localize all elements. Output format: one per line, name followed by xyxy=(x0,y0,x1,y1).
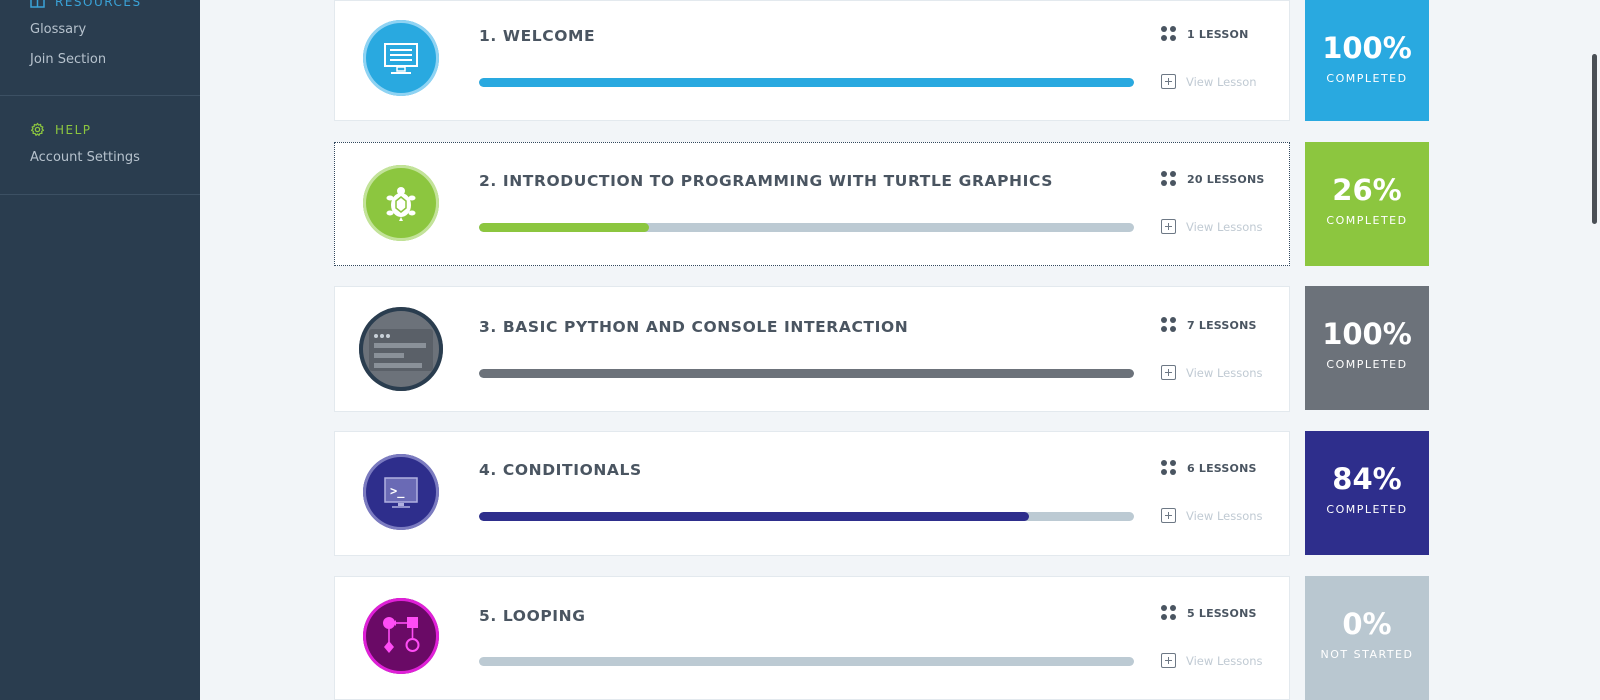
completion-percent: 100% xyxy=(1322,31,1412,65)
view-lessons-label: View Lessons xyxy=(1186,508,1263,523)
module-progress-bar xyxy=(479,369,1134,378)
completion-percent: 84% xyxy=(1332,462,1402,496)
view-lessons-link[interactable]: View Lessons xyxy=(1161,653,1263,668)
completion-status: COMPLETED xyxy=(1326,72,1408,85)
view-lessons-link[interactable]: View Lessons xyxy=(1161,219,1263,234)
lesson-count: 5 LESSONS xyxy=(1161,605,1257,621)
module-completion-badge: 84% COMPLETED xyxy=(1305,431,1429,555)
lessons-grid-icon xyxy=(1161,317,1177,333)
sidebar-resources-header[interactable]: RESOURCES xyxy=(30,0,142,9)
sidebar: RESOURCES Glossary Join Section HELP Acc… xyxy=(0,0,200,700)
flowchart-icon xyxy=(363,598,439,674)
completion-percent: 0% xyxy=(1342,607,1392,641)
expand-plus-icon xyxy=(1161,74,1176,89)
expand-plus-icon xyxy=(1161,365,1176,380)
sidebar-help-section: HELP Account Settings xyxy=(0,96,200,195)
module-card-welcome: 1. WELCOME 1 LESSON View Lesson xyxy=(334,0,1290,121)
sidebar-resources-section: RESOURCES Glossary Join Section xyxy=(0,0,200,96)
page-scrollbar[interactable] xyxy=(1592,54,1597,224)
view-lessons-label: View Lessons xyxy=(1186,365,1263,380)
sidebar-help-header[interactable]: HELP xyxy=(30,122,92,137)
module-completion-badge: 100% COMPLETED xyxy=(1305,0,1429,121)
terminal-prompt-icon: >_ xyxy=(363,454,439,530)
module-completion-badge: 0% NOT STARTED xyxy=(1305,576,1429,700)
lesson-count: 1 LESSON xyxy=(1161,26,1249,42)
lesson-count: 20 LESSONS xyxy=(1161,171,1265,187)
module-progress-bar xyxy=(479,78,1134,87)
module-title[interactable]: 3. BASIC PYTHON AND CONSOLE INTERACTION xyxy=(479,318,908,336)
module-card-turtle-graphics: 2. INTRODUCTION TO PROGRAMMING WITH TURT… xyxy=(334,142,1290,266)
module-title[interactable]: 4. CONDITIONALS xyxy=(479,461,642,479)
lessons-grid-icon xyxy=(1161,605,1177,621)
module-title[interactable]: 2. INTRODUCTION TO PROGRAMMING WITH TURT… xyxy=(479,172,1053,190)
expand-plus-icon xyxy=(1161,508,1176,523)
lesson-count: 7 LESSONS xyxy=(1161,317,1257,333)
lesson-count-label: 5 LESSONS xyxy=(1187,606,1257,620)
module-progress-bar xyxy=(479,512,1134,521)
lessons-grid-icon xyxy=(1161,460,1177,476)
module-completion-badge: 100% COMPLETED xyxy=(1305,286,1429,410)
module-progress-bar xyxy=(479,657,1134,666)
lesson-count: 6 LESSONS xyxy=(1161,460,1257,476)
lessons-grid-icon xyxy=(1161,171,1177,187)
module-progress-fill xyxy=(479,223,650,232)
module-title[interactable]: 5. LOOPING xyxy=(479,607,586,625)
expand-plus-icon xyxy=(1161,653,1176,668)
module-card-looping: 5. LOOPING 5 LESSONS View Lessons xyxy=(334,576,1290,700)
sidebar-resources-label: RESOURCES xyxy=(55,0,142,9)
sidebar-link-account-settings[interactable]: Account Settings xyxy=(30,150,140,165)
lessons-grid-icon xyxy=(1161,26,1177,42)
svg-text:>_: >_ xyxy=(390,484,405,499)
module-progress-bar xyxy=(479,223,1134,232)
sidebar-link-glossary[interactable]: Glossary xyxy=(30,22,86,37)
module-progress-fill xyxy=(479,78,1134,87)
turtle-icon xyxy=(363,165,439,241)
view-lessons-link[interactable]: View Lessons xyxy=(1161,365,1263,380)
module-completion-badge: 26% COMPLETED xyxy=(1305,142,1429,266)
console-window-icon xyxy=(359,307,443,391)
completion-percent: 26% xyxy=(1332,173,1402,207)
lesson-count-label: 7 LESSONS xyxy=(1187,318,1257,332)
module-card-conditionals: >_ 4. CONDITIONALS 6 LESSONS View Lesson… xyxy=(334,431,1290,556)
view-lessons-link[interactable]: View Lessons xyxy=(1161,508,1263,523)
module-card-basic-python: 3. BASIC PYTHON AND CONSOLE INTERACTION … xyxy=(334,286,1290,412)
view-lessons-label: View Lessons xyxy=(1186,219,1263,234)
module-progress-fill xyxy=(479,369,1134,378)
lesson-count-label: 20 LESSONS xyxy=(1187,172,1265,186)
lesson-count-label: 1 LESSON xyxy=(1187,27,1249,41)
sidebar-link-join-section[interactable]: Join Section xyxy=(30,52,106,67)
view-lessons-label: View Lesson xyxy=(1186,74,1257,89)
gear-icon xyxy=(30,122,45,136)
completion-status: COMPLETED xyxy=(1326,214,1408,227)
expand-plus-icon xyxy=(1161,219,1176,234)
view-lessons-link[interactable]: View Lesson xyxy=(1161,74,1257,89)
module-title[interactable]: 1. WELCOME xyxy=(479,27,595,45)
completion-status: COMPLETED xyxy=(1326,503,1408,516)
completion-status: NOT STARTED xyxy=(1320,648,1414,661)
lesson-count-label: 6 LESSONS xyxy=(1187,461,1257,475)
completion-percent: 100% xyxy=(1322,317,1412,351)
completion-status: COMPLETED xyxy=(1326,358,1408,371)
computer-monitor-icon xyxy=(363,20,439,96)
sidebar-help-label: HELP xyxy=(55,122,92,137)
resources-icon xyxy=(30,0,45,8)
module-progress-fill xyxy=(479,512,1030,521)
view-lessons-label: View Lessons xyxy=(1186,653,1263,668)
